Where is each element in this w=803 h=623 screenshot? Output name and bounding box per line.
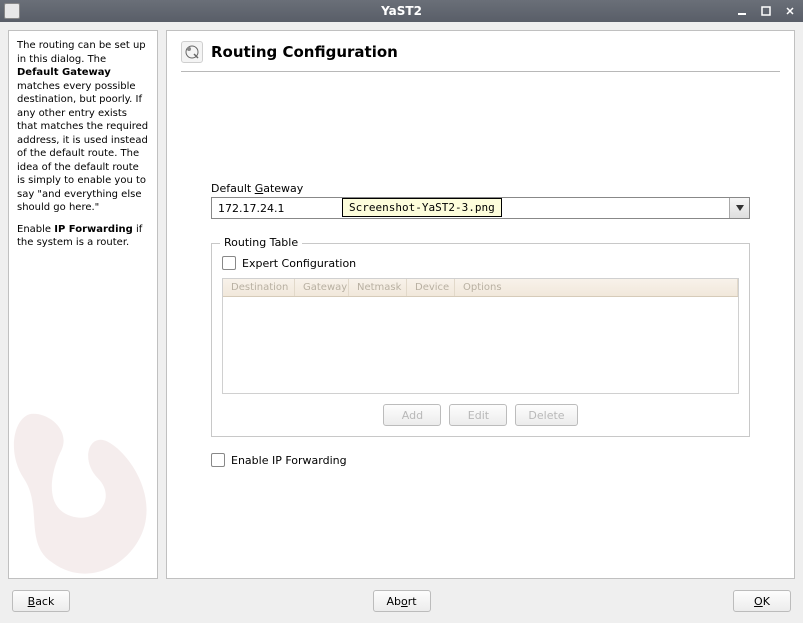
abort-button[interactable]: Abort: [373, 590, 431, 612]
help-panel: The routing can be set up in this dialog…: [8, 30, 158, 579]
maximize-button[interactable]: [757, 4, 775, 18]
expert-config-checkbox[interactable]: [222, 256, 236, 270]
default-gateway-input[interactable]: [212, 198, 729, 218]
col-options[interactable]: Options: [455, 279, 738, 296]
routing-table-header: Destination Gateway Netmask Device Optio…: [223, 279, 738, 297]
app-icon: [4, 3, 20, 19]
add-button: Add: [383, 404, 441, 426]
chevron-down-icon: [736, 205, 744, 211]
edit-button: Edit: [449, 404, 507, 426]
page-title: Routing Configuration: [211, 43, 398, 61]
ip-forwarding-label: Enable IP Forwarding: [231, 454, 347, 467]
routing-table-fieldset: Routing Table Expert Configuration Desti…: [211, 243, 750, 437]
expert-config-checkbox-row[interactable]: Expert Configuration: [222, 256, 739, 270]
default-gateway-combo[interactable]: Screenshot-YaST2-3.png: [211, 197, 750, 219]
close-button[interactable]: [781, 4, 799, 18]
routing-icon: [181, 41, 203, 63]
window-title: YaST2: [381, 4, 422, 18]
help-paragraph-2: Enable IP Forwarding if the system is a …: [17, 223, 149, 250]
ip-forwarding-row[interactable]: Enable IP Forwarding: [211, 453, 780, 467]
watermark-icon: [8, 358, 158, 579]
default-gateway-label: Default Gateway: [211, 182, 750, 195]
back-button[interactable]: Back: [12, 590, 70, 612]
default-gateway-dropdown-button[interactable]: [729, 198, 749, 218]
expert-config-label: Expert Configuration: [242, 257, 356, 270]
col-destination[interactable]: Destination: [223, 279, 295, 296]
routing-table-legend: Routing Table: [220, 236, 302, 249]
col-netmask[interactable]: Netmask: [349, 279, 407, 296]
content-panel: Routing Configuration Default Gateway Sc…: [166, 30, 795, 579]
minimize-button[interactable]: [733, 4, 751, 18]
help-paragraph-1: The routing can be set up in this dialog…: [17, 39, 149, 215]
col-device[interactable]: Device: [407, 279, 455, 296]
ok-button[interactable]: OK: [733, 590, 791, 612]
ip-forwarding-checkbox[interactable]: [211, 453, 225, 467]
routing-table: Destination Gateway Netmask Device Optio…: [222, 278, 739, 394]
titlebar: YaST2: [0, 0, 803, 22]
col-gateway[interactable]: Gateway: [295, 279, 349, 296]
delete-button: Delete: [515, 404, 577, 426]
